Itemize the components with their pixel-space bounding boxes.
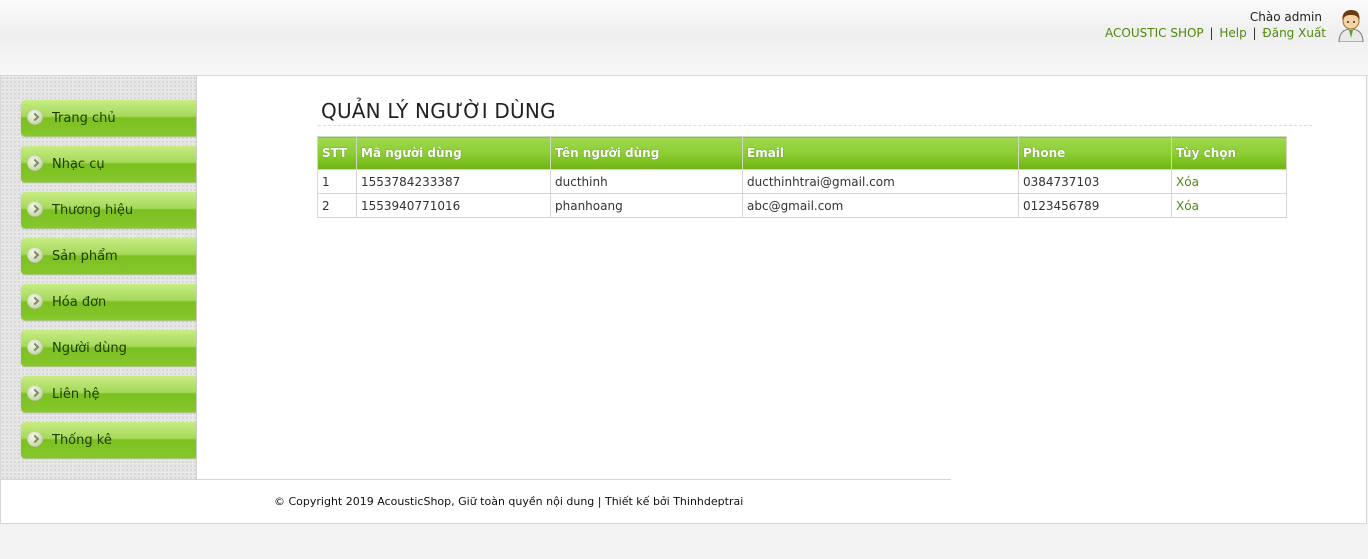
sidebar-item-label: Liên hệ: [52, 387, 100, 402]
chevron-right-circle-icon: [27, 247, 43, 263]
sidebar-item-label: Nhạc cụ: [52, 157, 105, 172]
cell-options: Xóa: [1171, 169, 1287, 194]
delete-link[interactable]: Xóa: [1176, 175, 1199, 189]
link-separator: |: [1209, 26, 1214, 40]
user-avatar-icon: [1338, 10, 1364, 42]
cell-phone: 0384737103: [1018, 169, 1172, 194]
sidebar-item-lien-he[interactable]: Liên hệ: [21, 376, 196, 412]
chevron-right-circle-icon: [27, 431, 43, 447]
sidebar-item-thuong-hieu[interactable]: Thương hiệu: [21, 192, 196, 228]
help-link[interactable]: Help: [1219, 26, 1246, 40]
sidebar-item-hoa-don[interactable]: Hóa đơn: [21, 284, 196, 320]
sidebar-item-label: Sản phẩm: [52, 249, 118, 264]
page-container: Trang chủ Nhạc cụ Thương hiệu Sản phẩm H…: [0, 76, 1367, 524]
cell-phone: 0123456789: [1018, 193, 1172, 218]
footer-divider: [1, 479, 951, 480]
top-links: ACOUSTIC SHOP | Help | Đăng Xuất: [1105, 26, 1326, 40]
cell-email: ducthinhtrai@gmail.com: [742, 169, 1019, 194]
chevron-right-circle-icon: [27, 109, 43, 125]
chevron-right-circle-icon: [27, 155, 43, 171]
column-header-user-name: Tên người dùng: [550, 136, 743, 170]
logout-link[interactable]: Đăng Xuất: [1262, 26, 1326, 40]
acoustic-shop-link[interactable]: ACOUSTIC SHOP: [1105, 26, 1204, 40]
cell-user-id: 1553784233387: [356, 169, 551, 194]
sidebar: Trang chủ Nhạc cụ Thương hiệu Sản phẩm H…: [1, 76, 197, 479]
link-separator: |: [1252, 26, 1257, 40]
delete-link[interactable]: Xóa: [1176, 199, 1199, 213]
header: Chào admin ACOUSTIC SHOP | Help | Đăng X…: [0, 0, 1368, 76]
sidebar-item-label: Trang chủ: [52, 111, 116, 126]
sidebar-item-label: Thống kê: [52, 433, 112, 448]
sidebar-item-thong-ke[interactable]: Thống kê: [21, 422, 196, 458]
cell-stt: 1: [317, 169, 357, 194]
sidebar-item-label: Người dùng: [52, 341, 127, 356]
copyright-text: © Copyright 2019 AcousticShop, Giữ toàn …: [274, 495, 744, 508]
chevron-right-circle-icon: [27, 339, 43, 355]
sidebar-item-label: Hóa đơn: [52, 295, 107, 310]
sidebar-item-san-pham[interactable]: Sản phẩm: [21, 238, 196, 274]
cell-options: Xóa: [1171, 193, 1287, 218]
title-divider: [318, 125, 1312, 126]
cell-user-name: ducthinh: [550, 169, 743, 194]
sidebar-item-nguoi-dung[interactable]: Người dùng: [21, 330, 196, 366]
chevron-right-circle-icon: [27, 201, 43, 217]
cell-stt: 2: [317, 193, 357, 218]
table-row: 1 1553784233387 ducthinh ducthinhtrai@gm…: [317, 169, 1287, 194]
greeting-text: Chào admin: [1249, 10, 1322, 24]
cell-email: abc@gmail.com: [742, 193, 1019, 218]
column-header-user-id: Mã người dùng: [356, 136, 551, 170]
table-row: 2 1553940771016 phanhoang abc@gmail.com …: [317, 193, 1287, 218]
page-title: QUẢN LÝ NGƯỜI DÙNG: [321, 99, 556, 123]
column-header-options: Tùy chọn: [1171, 136, 1287, 170]
table-header-row: STT Mã người dùng Tên người dùng Email P…: [317, 136, 1287, 170]
column-header-email: Email: [742, 136, 1019, 170]
column-header-stt: STT: [317, 136, 357, 170]
sidebar-item-nhac-cu[interactable]: Nhạc cụ: [21, 146, 196, 182]
cell-user-name: phanhoang: [550, 193, 743, 218]
column-header-phone: Phone: [1018, 136, 1172, 170]
chevron-right-circle-icon: [27, 293, 43, 309]
users-table: STT Mã người dùng Tên người dùng Email P…: [317, 136, 1287, 218]
chevron-right-circle-icon: [27, 385, 43, 401]
sidebar-item-label: Thương hiệu: [52, 203, 134, 218]
cell-user-id: 1553940771016: [356, 193, 551, 218]
sidebar-item-trang-chu[interactable]: Trang chủ: [21, 100, 196, 136]
